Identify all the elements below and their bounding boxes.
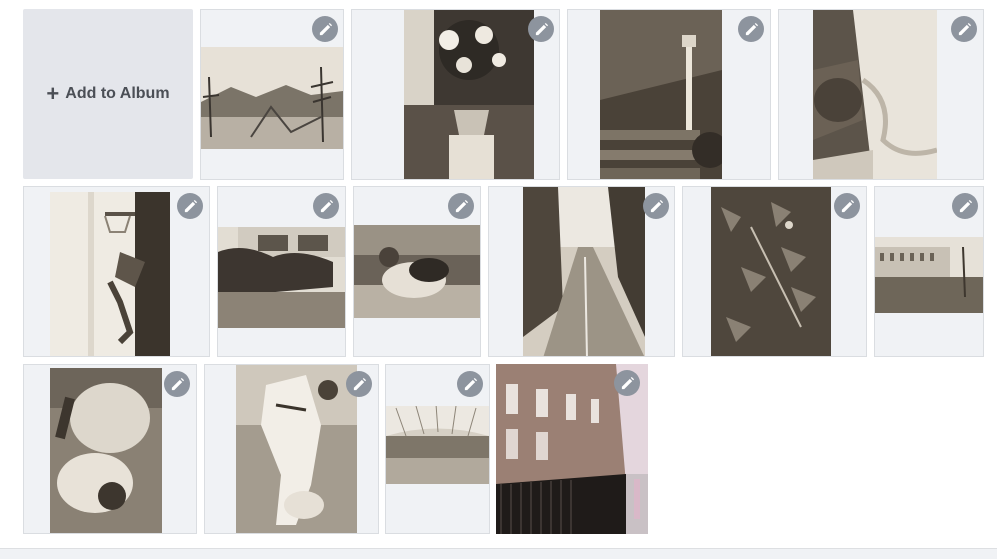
photo-tile[interactable]	[385, 364, 490, 534]
photo-mansion	[875, 237, 983, 313]
photo-waterfall	[813, 10, 937, 179]
photo-tile[interactable]	[200, 9, 344, 180]
pencil-icon	[455, 199, 468, 212]
photo-judo-ground	[354, 225, 480, 318]
photo-arcade-interior	[386, 406, 489, 484]
photo-tile[interactable]	[353, 186, 481, 357]
photo-tile[interactable]	[874, 186, 984, 357]
pencil-icon	[353, 377, 366, 390]
pencil-icon	[319, 22, 332, 35]
edit-photo-button[interactable]	[952, 193, 978, 219]
photo-tile[interactable]	[23, 186, 210, 357]
pencil-icon	[745, 22, 758, 35]
photo-tile[interactable]	[488, 186, 675, 357]
add-to-album-button[interactable]: + Add to Album	[23, 9, 193, 179]
photo-landscape	[201, 47, 343, 149]
photo-judo-standing	[236, 365, 357, 533]
edit-photo-button[interactable]	[643, 193, 669, 219]
pencil-icon	[320, 199, 333, 212]
photo-tile[interactable]	[496, 364, 648, 534]
pencil-icon	[464, 377, 477, 390]
photo-flowers	[404, 10, 534, 179]
edit-photo-button[interactable]	[834, 193, 860, 219]
pencil-icon	[171, 377, 184, 390]
edit-photo-button[interactable]	[313, 193, 339, 219]
photo-judo-pin	[50, 368, 162, 533]
photo-house-lawn	[218, 227, 345, 328]
edit-photo-button[interactable]	[528, 16, 554, 42]
edit-photo-button[interactable]	[614, 370, 640, 396]
pencil-icon	[621, 376, 634, 389]
photo-tile[interactable]	[351, 9, 560, 180]
edit-photo-button[interactable]	[312, 16, 338, 42]
photo-tile[interactable]	[778, 9, 984, 180]
plus-icon: +	[46, 81, 60, 106]
photo-road	[523, 187, 645, 356]
pencil-icon	[535, 22, 548, 35]
pencil-icon	[650, 199, 663, 212]
photo-basketball	[50, 192, 170, 356]
pencil-icon	[959, 199, 972, 212]
add-to-album-label: Add to Album	[65, 85, 170, 102]
photo-tile[interactable]	[682, 186, 867, 357]
pencil-icon	[184, 199, 197, 212]
photo-leaves	[711, 187, 831, 356]
edit-photo-button[interactable]	[346, 371, 372, 397]
pencil-icon	[841, 199, 854, 212]
photo-tile[interactable]	[23, 364, 197, 534]
photo-tile[interactable]	[567, 9, 771, 180]
photo-tile[interactable]	[204, 364, 379, 534]
edit-photo-button[interactable]	[448, 193, 474, 219]
edit-photo-button[interactable]	[457, 371, 483, 397]
edit-photo-button[interactable]	[164, 371, 190, 397]
edit-photo-button[interactable]	[177, 193, 203, 219]
photo-garden-steps-lamp	[600, 10, 722, 179]
photo-tile[interactable]	[217, 186, 346, 357]
album-photo-grid: + Add to Album	[0, 0, 997, 549]
pencil-icon	[958, 22, 971, 35]
edit-photo-button[interactable]	[951, 16, 977, 42]
edit-photo-button[interactable]	[738, 16, 764, 42]
